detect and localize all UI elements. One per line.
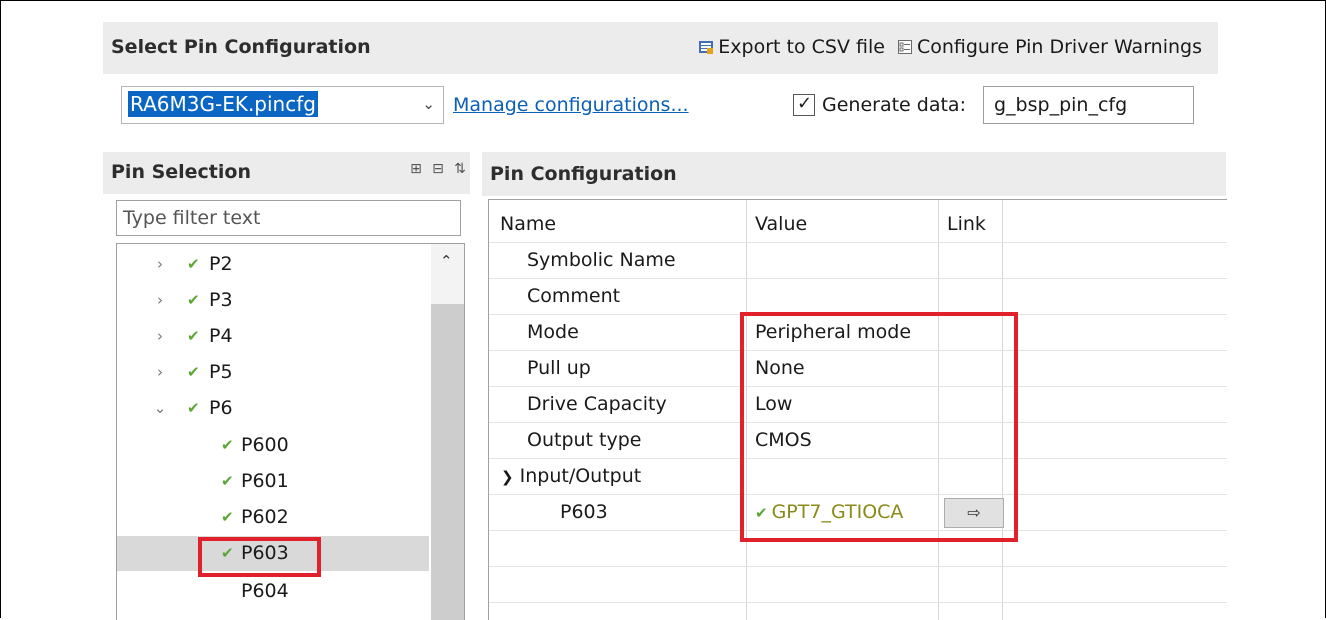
- configuration-selected-value: RA6M3G-EK.pincfg: [128, 91, 318, 117]
- pin-configuration-header: Pin Configuration: [482, 152, 1226, 196]
- pin-selection-title: Pin Selection: [111, 161, 251, 183]
- chevron-right-icon[interactable]: ›: [153, 319, 167, 354]
- row-divider: [489, 242, 1227, 243]
- generate-data-checkbox[interactable]: ✓: [793, 93, 815, 116]
- tree-item-p600[interactable]: ✔ P600: [117, 428, 429, 463]
- chevron-right-icon[interactable]: ›: [153, 355, 167, 390]
- checkmark-icon: ✓: [797, 93, 813, 114]
- property-name: Drive Capacity: [527, 393, 667, 415]
- tree-item-p4[interactable]: › ✔ P4: [117, 319, 429, 354]
- column-header-value[interactable]: Value: [755, 213, 807, 235]
- generate-data-label: Generate data:: [822, 94, 966, 116]
- tree-item-p604[interactable]: P604: [117, 574, 429, 609]
- tree-scrollbar[interactable]: ⌃: [431, 244, 464, 620]
- chevron-up-icon[interactable]: ⌃: [440, 252, 453, 270]
- pin-configuration-title: Pin Configuration: [490, 163, 677, 185]
- tree-item-label: P2: [209, 253, 233, 275]
- highlight-box-values: [740, 312, 1018, 542]
- chevron-down-icon[interactable]: ⌄: [422, 95, 435, 113]
- column-header-name[interactable]: Name: [500, 213, 556, 235]
- manage-configurations-link[interactable]: Manage configurations...: [453, 94, 689, 116]
- tree-item-p3[interactable]: › ✔ P3: [117, 283, 429, 318]
- property-name: Symbolic Name: [527, 249, 676, 271]
- select-pin-configuration-header: Select Pin Configuration Export to CSV f…: [103, 22, 1218, 74]
- tree-item-p5[interactable]: › ✔ P5: [117, 355, 429, 390]
- chevron-down-icon[interactable]: ❯: [501, 468, 514, 486]
- tree-item-p602[interactable]: ✔ P602: [117, 500, 429, 535]
- property-name: Output type: [527, 429, 642, 451]
- property-name: Comment: [527, 285, 621, 307]
- collapse-all-icon[interactable]: ⊟: [430, 161, 446, 177]
- tree-item-label: P4: [209, 325, 233, 347]
- configure-warnings-icon: [897, 40, 912, 54]
- configure-warnings-label: Configure Pin Driver Warnings: [916, 36, 1202, 58]
- header-actions: Export to CSV file Configure Pin Driver …: [698, 36, 1202, 58]
- row-divider: [489, 278, 1227, 279]
- pin-selection-toolbar: ⊞ ⊟ ⇅: [408, 161, 468, 177]
- row-divider: [489, 566, 1227, 567]
- scrollbar-thumb[interactable]: [431, 304, 464, 620]
- tree-item-label: P3: [209, 289, 233, 311]
- pin-selection-header: Pin Selection ⊞ ⊟ ⇅: [103, 152, 470, 194]
- export-csv-label: Export to CSV file: [718, 36, 885, 58]
- check-icon: ✔: [221, 472, 234, 490]
- check-icon: ✔: [187, 255, 200, 273]
- group-label: Input/Output: [519, 465, 642, 487]
- check-icon: ✔: [221, 436, 234, 454]
- export-csv-button[interactable]: Export to CSV file: [698, 36, 885, 58]
- chevron-down-icon[interactable]: ⌄: [153, 391, 167, 426]
- tree-item-label: P600: [241, 434, 289, 456]
- export-csv-icon: [699, 41, 714, 54]
- chevron-right-icon[interactable]: ›: [153, 283, 167, 318]
- check-icon: ✔: [187, 363, 200, 381]
- property-name: P603: [560, 501, 608, 523]
- pin-filter-input[interactable]: Type filter text: [116, 200, 461, 236]
- configuration-combobox[interactable]: RA6M3G-EK.pincfg ⌄: [121, 86, 444, 124]
- tree-item-p601[interactable]: ✔ P601: [117, 464, 429, 499]
- tree-item-label: P5: [209, 361, 233, 383]
- input-output-group[interactable]: ❯ Input/Output: [501, 465, 641, 487]
- tree-item-label: P6: [209, 397, 233, 419]
- highlight-box-p603: [198, 537, 321, 577]
- property-name: Mode: [527, 321, 579, 343]
- generate-data-input[interactable]: g_bsp_pin_cfg: [983, 86, 1194, 124]
- tree-item-p6[interactable]: ⌄ ✔ P6: [117, 391, 429, 426]
- check-icon: ✔: [187, 399, 200, 417]
- row-divider: [489, 602, 1227, 603]
- tree-item-label: P604: [241, 580, 289, 602]
- property-name: Pull up: [527, 357, 591, 379]
- expand-all-icon[interactable]: ⊞: [408, 161, 424, 177]
- check-icon: ✔: [221, 508, 234, 526]
- column-header-link[interactable]: Link: [947, 213, 986, 235]
- sort-az-icon[interactable]: ⇅: [452, 161, 468, 177]
- chevron-right-icon[interactable]: ›: [153, 247, 167, 282]
- tree-item-label: P602: [241, 506, 289, 528]
- configure-warnings-button[interactable]: Configure Pin Driver Warnings: [897, 36, 1202, 58]
- check-icon: ✔: [187, 291, 200, 309]
- header-title: Select Pin Configuration: [111, 36, 371, 58]
- check-icon: ✔: [187, 327, 200, 345]
- tree-item-p2[interactable]: › ✔ P2: [117, 247, 429, 282]
- tree-item-label: P601: [241, 470, 289, 492]
